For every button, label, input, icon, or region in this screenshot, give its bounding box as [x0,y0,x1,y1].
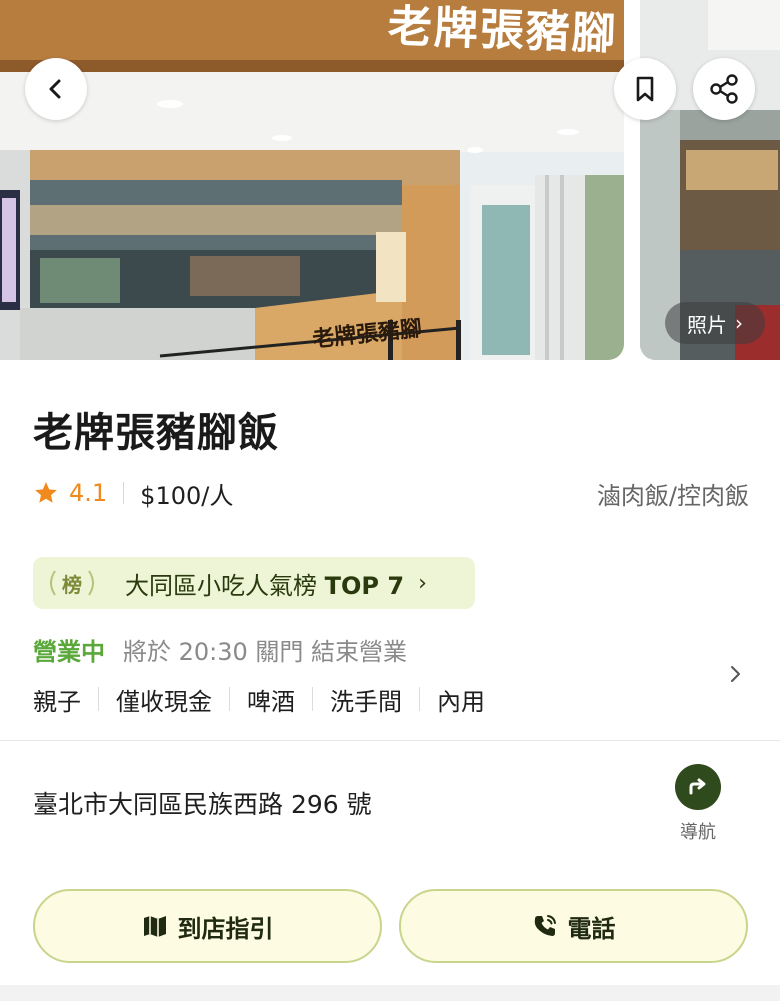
storefront-sign: 老牌張豬腳 [387,0,619,60]
tag-divider [229,687,230,711]
photos-link[interactable]: 照片 › [665,302,765,344]
tag-item: 啤酒 [247,687,295,716]
meta-divider [123,482,125,504]
share-icon [710,74,738,104]
star-icon [35,482,57,503]
photos-link-label: 照片 [687,312,727,337]
call-button[interactable]: 電話 [399,889,748,963]
tag-item: 洗手間 [330,687,402,716]
price-per-person: $100/人 [140,481,234,510]
map-icon [143,916,166,937]
back-button[interactable] [25,58,87,120]
ranking-position: TOP 7 [324,571,405,600]
ranking-chip[interactable]: 榜 大同區小吃人氣榜 TOP 7 › [33,557,475,609]
storefront-photo[interactable]: 老牌張豬腳 老牌張豬腳 [0,0,624,360]
restaurant-name: 老牌張豬腳飯 [33,410,279,456]
open-status: 營業中 [33,637,105,666]
directions-button[interactable]: 到店指引 [33,889,382,963]
tag-item: 內用 [437,687,485,716]
ranking-text: 大同區小吃人氣榜 TOP 7 [125,566,404,601]
tag-item: 僅收現金 [116,687,212,716]
ranking-title: 大同區小吃人氣榜 [125,571,317,600]
address-text[interactable]: 臺北市大同區民族西路 296 號 [33,785,372,821]
chevron-right-icon[interactable] [726,661,746,687]
navigate-icon [689,778,706,795]
chevron-right-icon: › [418,570,427,596]
navigate-button[interactable] [675,764,721,810]
chevron-right-icon: › [735,311,743,335]
bottom-section-edge [0,985,780,1001]
tag-divider [98,687,99,711]
tag-item: 親子 [33,687,81,716]
call-label: 電話 [567,914,616,943]
section-divider [0,740,780,741]
ranking-badge-label: 榜 [62,572,82,597]
opening-hours[interactable]: 營業中 將於 20:30 關門 結束營業 [33,631,407,667]
navigate-label[interactable]: 導航 [668,818,728,844]
meta-row: 4.1 $100/人 滷肉飯/控肉飯 [33,474,749,512]
bookmark-button[interactable] [614,58,676,120]
chevron-left-icon [49,79,61,99]
cuisine-category[interactable]: 滷肉飯/控肉飯 [597,476,749,511]
tag-divider [312,687,313,711]
ranking-badge: 榜 [43,563,101,603]
phone-icon [534,915,556,936]
rating-value: 4.1 [69,479,108,507]
photo-gallery[interactable]: 老牌張豬腳 老牌張豬腳 照片 › [0,0,780,360]
bookmark-icon [636,76,654,102]
tag-divider [419,687,420,711]
directions-label: 到店指引 [177,914,274,943]
share-button[interactable] [693,58,755,120]
closing-time: 將於 20:30 關門 結束營業 [123,637,408,666]
amenity-tags[interactable]: 親子 僅收現金 啤酒 洗手間 內用 [33,681,485,717]
